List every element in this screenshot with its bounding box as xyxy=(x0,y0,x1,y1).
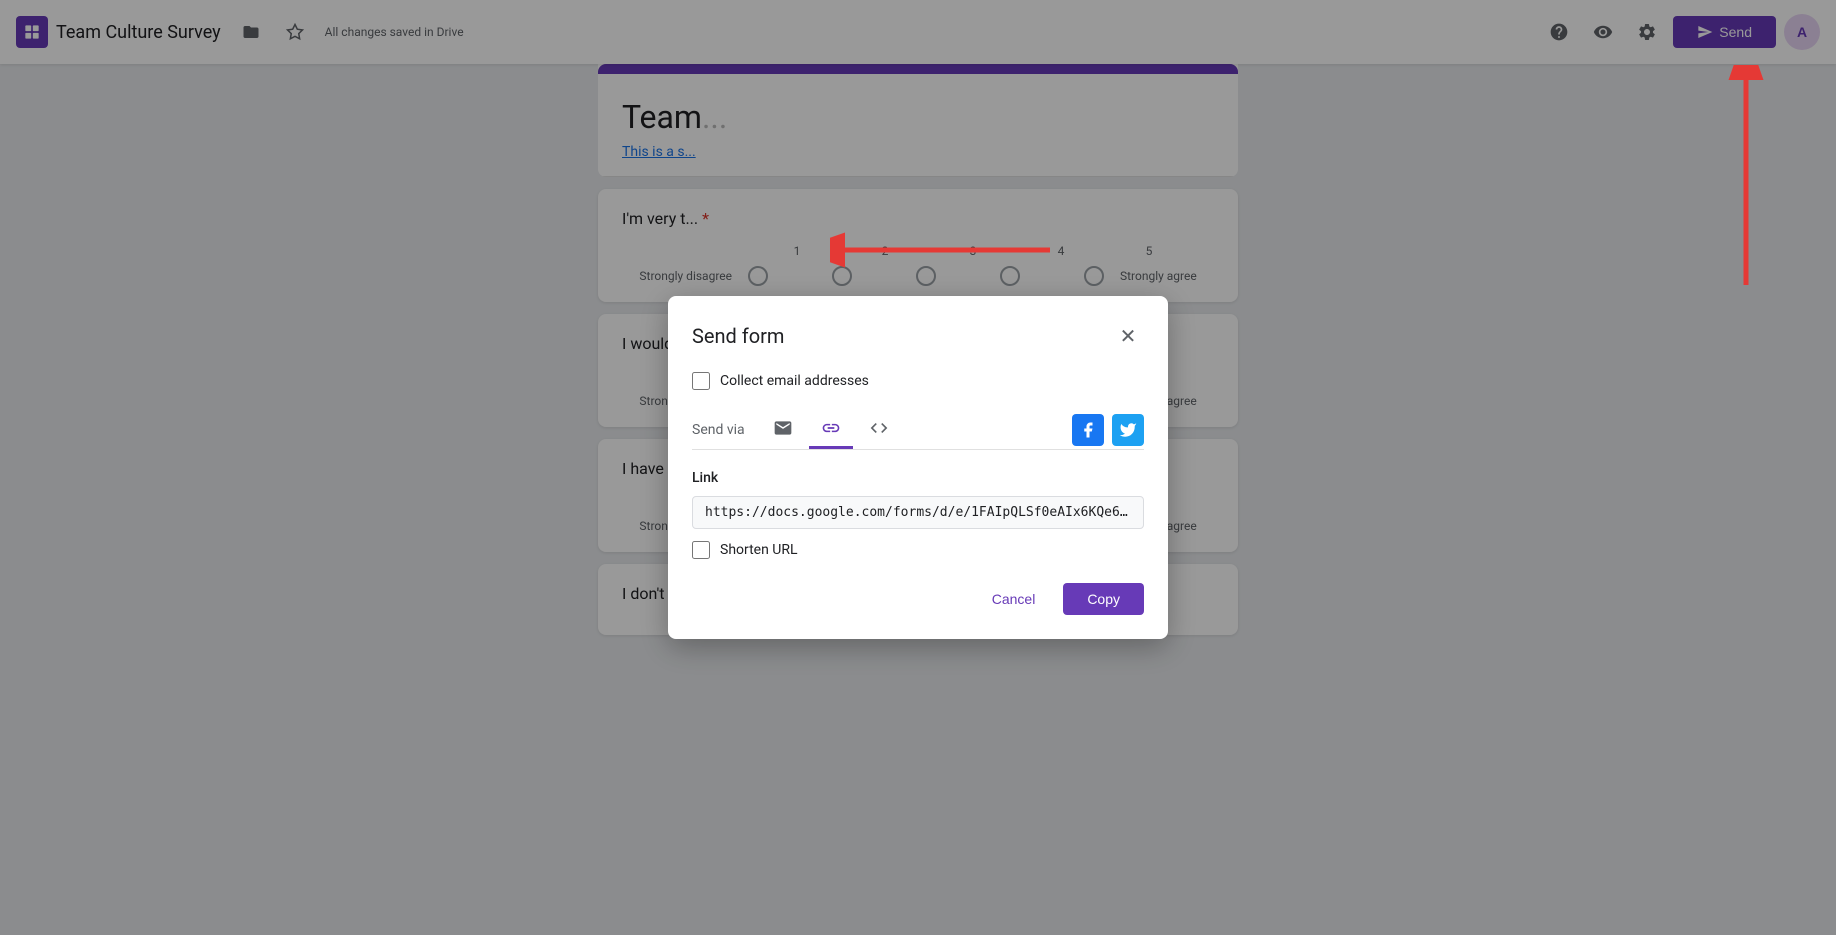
twitter-share-button[interactable] xyxy=(1112,414,1144,446)
modal-title: Send form xyxy=(692,324,784,348)
cancel-button[interactable]: Cancel xyxy=(976,583,1052,615)
shorten-url-checkbox[interactable] xyxy=(692,541,710,559)
send-via-social xyxy=(1072,414,1144,446)
facebook-share-button[interactable] xyxy=(1072,414,1104,446)
send-via-label: Send via xyxy=(692,422,745,438)
copy-button[interactable]: Copy xyxy=(1063,583,1144,615)
collect-email-checkbox[interactable] xyxy=(692,372,710,390)
send-via-tabs xyxy=(761,410,1072,449)
send-form-modal: Send form ✕ Collect email addresses Send… xyxy=(668,296,1168,639)
collect-email-row: Collect email addresses xyxy=(692,372,1144,390)
send-via-email-tab[interactable] xyxy=(761,410,805,449)
link-url-text: https://docs.google.com/forms/d/e/1FAIpQ… xyxy=(705,505,1131,520)
shorten-url-row: Shorten URL xyxy=(692,541,1144,559)
shorten-url-label: Shorten URL xyxy=(720,542,798,558)
link-input-row[interactable]: https://docs.google.com/forms/d/e/1FAIpQ… xyxy=(692,496,1144,529)
send-via-link-tab[interactable] xyxy=(809,410,853,449)
send-via-embed-tab[interactable] xyxy=(857,410,901,449)
modal-close-button[interactable]: ✕ xyxy=(1112,320,1144,352)
link-section-title: Link xyxy=(692,470,1144,486)
send-via-row: Send via xyxy=(692,410,1144,450)
modal-header: Send form ✕ xyxy=(692,320,1144,352)
modal-footer: Cancel Copy xyxy=(692,583,1144,615)
modal-overlay: Send form ✕ Collect email addresses Send… xyxy=(0,0,1836,935)
collect-email-label: Collect email addresses xyxy=(720,373,869,389)
